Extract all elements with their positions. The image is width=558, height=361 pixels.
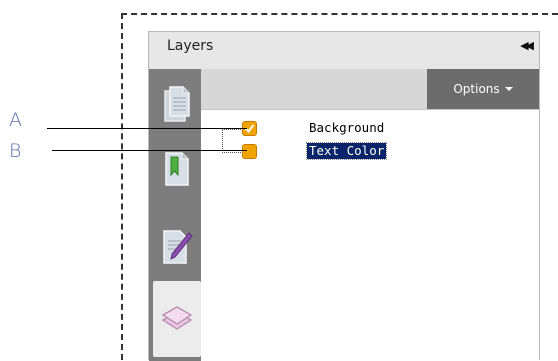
bookmarks-icon [165,152,189,186]
layer-label-selected[interactable]: Text Color [305,142,388,160]
layer-label[interactable]: Background [307,120,386,136]
layer-visibility-checkbox[interactable] [242,143,257,159]
layers-panel: Layers ◀◀ Options [148,31,540,361]
callout-b-label: B [9,140,22,162]
layers-content: Options [201,69,539,360]
panel-title: Layers [167,38,214,54]
layers-icon [161,306,193,330]
chevron-down-icon [504,87,513,91]
callout-a-label: A [9,109,22,131]
collapse-panel-icon[interactable]: ◀◀ [520,39,534,52]
callout-b-line [52,150,247,151]
sidebar-item-signatures[interactable] [153,217,201,277]
signatures-icon [163,230,193,264]
pages-icon [164,86,190,122]
options-button[interactable]: Options [427,69,539,109]
sidebar-item-bookmarks[interactable] [153,139,201,199]
callout-a-line [47,128,247,129]
navigation-sidebar [149,69,201,361]
layers-toolbar: Options [201,69,539,110]
sidebar-item-layers[interactable] [153,281,201,357]
options-label: Options [453,82,500,96]
layer-row: Background [242,120,386,136]
sidebar-item-pages[interactable] [153,75,201,135]
layer-row: Text Color [242,142,388,160]
